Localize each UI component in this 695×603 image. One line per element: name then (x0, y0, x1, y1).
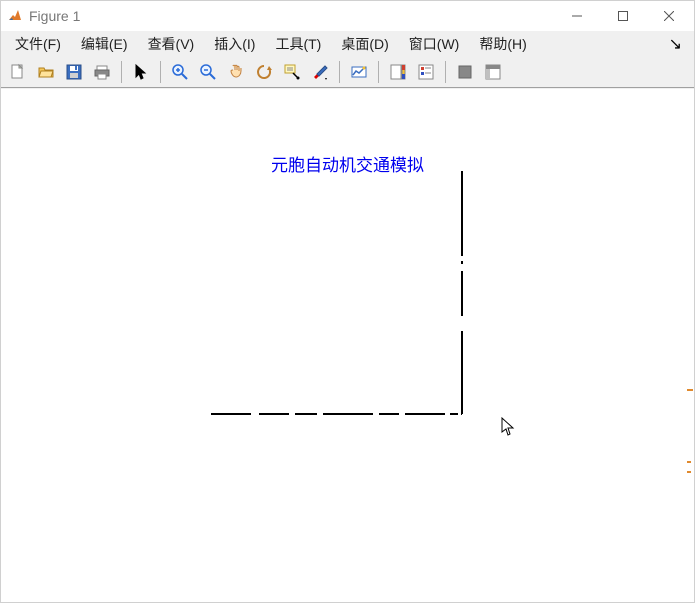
title-bar: Figure 1 (1, 1, 694, 31)
menu-tools[interactable]: 工具(T) (265, 32, 331, 56)
menu-edit[interactable]: 编辑(E) (71, 32, 138, 56)
toolbar-separator (445, 61, 446, 83)
rotate-icon[interactable] (251, 59, 277, 85)
zoom-in-icon[interactable] (167, 59, 193, 85)
menu-view[interactable]: 查看(V) (138, 32, 205, 56)
scrollbar-marks (687, 389, 693, 481)
mouse-cursor-icon (501, 417, 517, 440)
figure-window: Figure 1 文件(F) 编辑(E) 查看(V) 插入(I) 工具(T) 桌… (0, 0, 695, 603)
toolbar-separator (339, 61, 340, 83)
menu-desktop[interactable]: 桌面(D) (331, 32, 398, 56)
pointer-icon[interactable] (128, 59, 154, 85)
plot-content (211, 171, 464, 416)
window-title: Figure 1 (29, 8, 554, 24)
minimize-button[interactable] (554, 1, 600, 31)
maximize-button[interactable] (600, 1, 646, 31)
hide-plot-tools-icon[interactable] (452, 59, 478, 85)
show-plot-tools-icon[interactable] (480, 59, 506, 85)
save-icon[interactable] (61, 59, 87, 85)
toolbar-separator (160, 61, 161, 83)
link-axes-icon[interactable] (346, 59, 372, 85)
brush-icon[interactable] (307, 59, 333, 85)
dock-menu-icon[interactable]: ↘ (661, 34, 690, 54)
open-file-icon[interactable] (33, 59, 59, 85)
menu-window[interactable]: 窗口(W) (399, 32, 470, 56)
new-file-icon[interactable] (5, 59, 31, 85)
figure-canvas[interactable]: 元胞自动机交通模拟 (1, 89, 694, 602)
menu-file[interactable]: 文件(F) (5, 32, 71, 56)
menu-help[interactable]: 帮助(H) (469, 32, 536, 56)
data-cursor-icon[interactable] (279, 59, 305, 85)
window-controls (554, 1, 692, 31)
close-button[interactable] (646, 1, 692, 31)
toolbar (1, 57, 694, 88)
toolbar-separator (378, 61, 379, 83)
menu-insert[interactable]: 插入(I) (204, 32, 265, 56)
print-icon[interactable] (89, 59, 115, 85)
axes[interactable] (211, 171, 464, 416)
colorbar-icon[interactable] (385, 59, 411, 85)
toolbar-separator (121, 61, 122, 83)
zoom-out-icon[interactable] (195, 59, 221, 85)
pan-icon[interactable] (223, 59, 249, 85)
matlab-app-icon (7, 8, 23, 24)
menu-bar: 文件(F) 编辑(E) 查看(V) 插入(I) 工具(T) 桌面(D) 窗口(W… (1, 31, 694, 57)
legend-icon[interactable] (413, 59, 439, 85)
